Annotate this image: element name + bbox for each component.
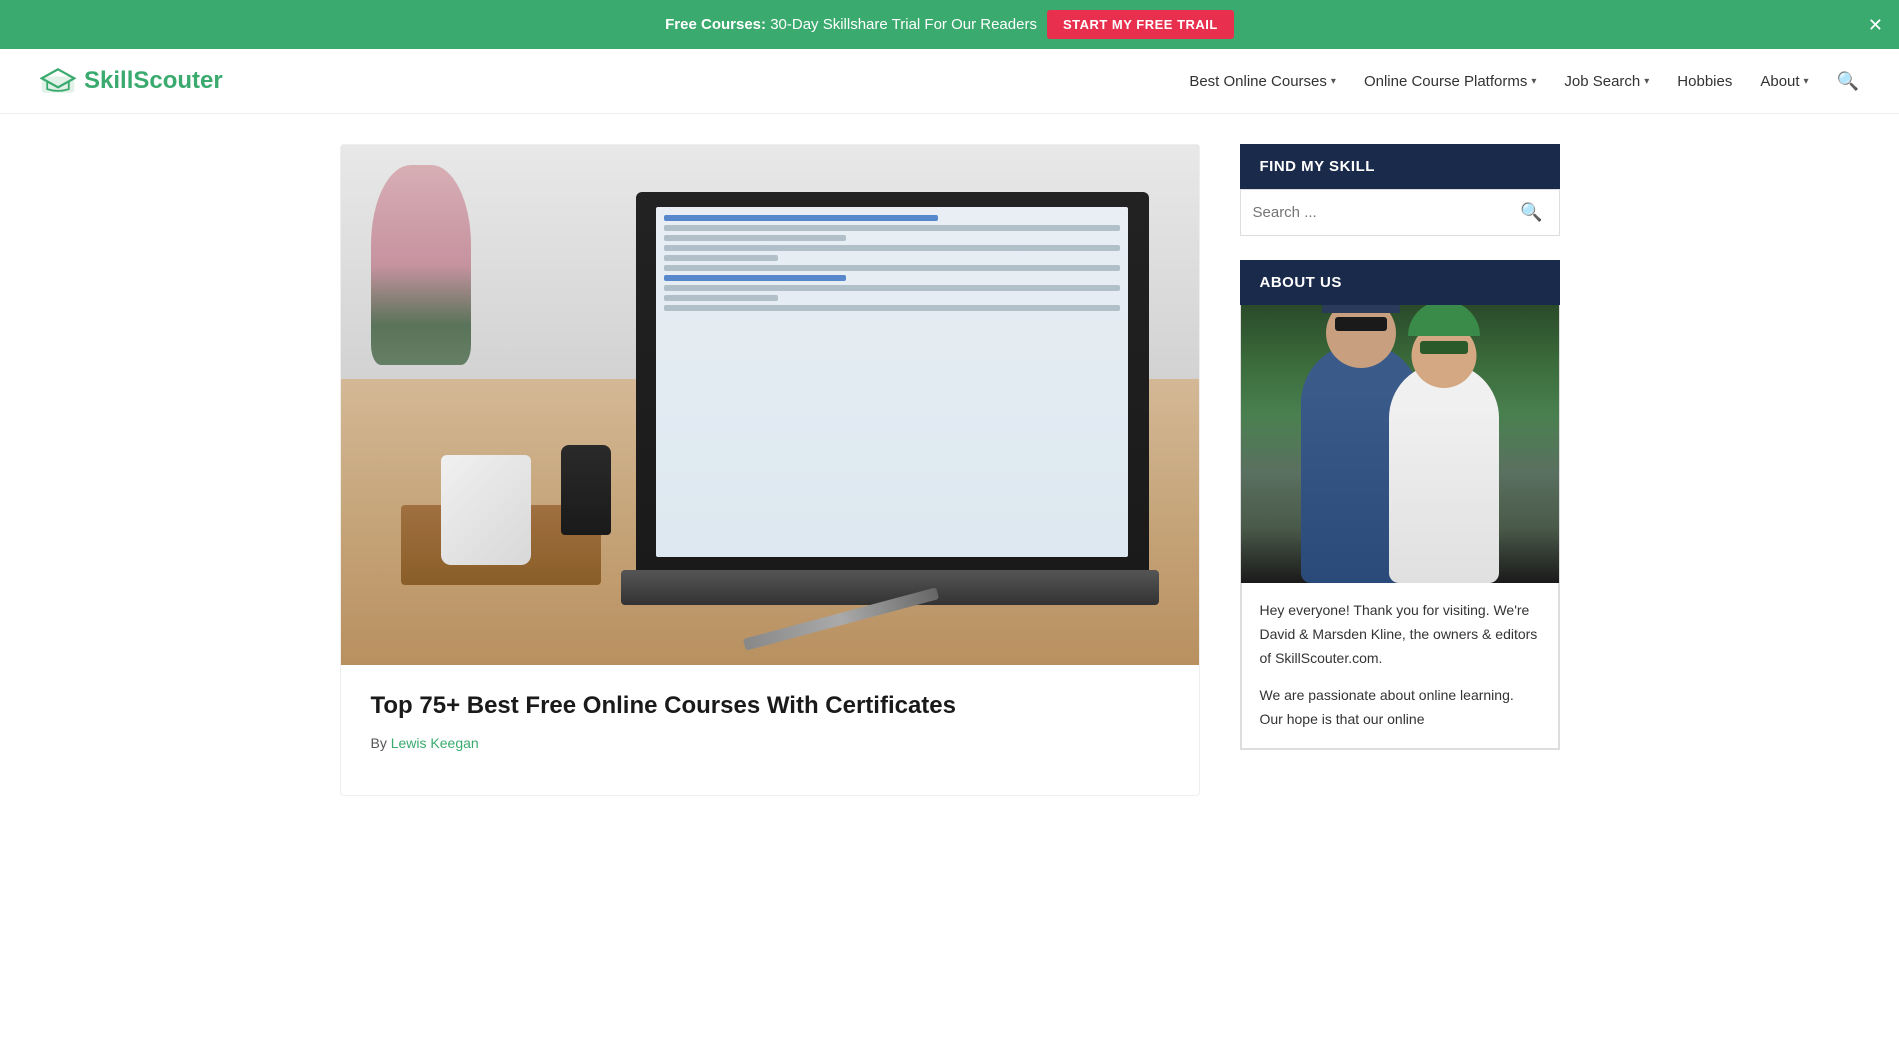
top-banner: Free Courses: 30-Day Skillshare Trial Fo… — [0, 0, 1899, 49]
banner-text: Free Courses: 30-Day Skillshare Trial Fo… — [665, 16, 1037, 33]
logo-icon — [40, 67, 76, 95]
article-title: Top 75+ Best Free Online Courses With Ce… — [371, 689, 1169, 723]
chevron-down-icon: ▾ — [1804, 76, 1809, 87]
main-content: Top 75+ Best Free Online Courses With Ce… — [300, 114, 1600, 826]
logo-text: SkillScouter — [84, 67, 223, 95]
cta-button[interactable]: START MY FREE TRAIL — [1047, 10, 1234, 39]
about-image — [1241, 305, 1559, 583]
search-icon[interactable]: 🔍 — [1837, 71, 1859, 92]
about-text-container: Hey everyone! Thank you for visiting. We… — [1241, 583, 1559, 749]
search-submit-icon: 🔍 — [1520, 202, 1542, 222]
search-input[interactable] — [1253, 204, 1517, 221]
nav-item-job-search[interactable]: Job Search ▾ — [1564, 73, 1649, 90]
about-us-title: ABOUT US — [1240, 260, 1560, 305]
logo[interactable]: SkillScouter — [40, 67, 223, 95]
find-my-skill-title: FIND MY SKILL — [1240, 144, 1560, 189]
nav-item-hobbies[interactable]: Hobbies — [1677, 73, 1732, 90]
article-image — [341, 145, 1199, 665]
header: SkillScouter Best Online Courses ▾ Onlin… — [0, 49, 1899, 114]
banner-label: Free Courses: — [665, 16, 766, 33]
chevron-down-icon: ▾ — [1331, 76, 1336, 87]
main-nav: Best Online Courses ▾ Online Course Plat… — [1189, 71, 1859, 92]
search-container: 🔍 — [1240, 189, 1560, 236]
nav-item-about[interactable]: About ▾ — [1760, 73, 1808, 90]
person-right — [1389, 363, 1499, 583]
find-my-skill-widget: FIND MY SKILL 🔍 — [1240, 144, 1560, 236]
banner-body: 30-Day Skillshare Trial For Our Readers — [770, 16, 1037, 33]
about-text-2: We are passionate about online learning.… — [1260, 684, 1540, 732]
close-button[interactable]: ✕ — [1868, 16, 1883, 34]
about-image-container: Hey everyone! Thank you for visiting. We… — [1240, 305, 1560, 750]
about-text-1: Hey everyone! Thank you for visiting. We… — [1260, 599, 1540, 670]
chevron-down-icon: ▾ — [1644, 76, 1649, 87]
sunglasses-right — [1420, 341, 1468, 354]
chevron-down-icon: ▾ — [1531, 76, 1536, 87]
nav-item-online-course-platforms[interactable]: Online Course Platforms ▾ — [1364, 73, 1536, 90]
article-author: By Lewis Keegan — [371, 735, 1169, 751]
about-us-widget: ABOUT US Hey everyone! Thank you for vis… — [1240, 260, 1560, 750]
nav-item-best-online-courses[interactable]: Best Online Courses ▾ — [1189, 73, 1336, 90]
search-submit-button[interactable]: 🔍 — [1516, 198, 1546, 227]
article: Top 75+ Best Free Online Courses With Ce… — [340, 144, 1200, 796]
author-link[interactable]: Lewis Keegan — [391, 735, 479, 751]
sidebar: FIND MY SKILL 🔍 ABOUT US — [1240, 144, 1560, 774]
article-body: Top 75+ Best Free Online Courses With Ce… — [341, 665, 1199, 775]
sunglasses-left — [1335, 317, 1387, 331]
